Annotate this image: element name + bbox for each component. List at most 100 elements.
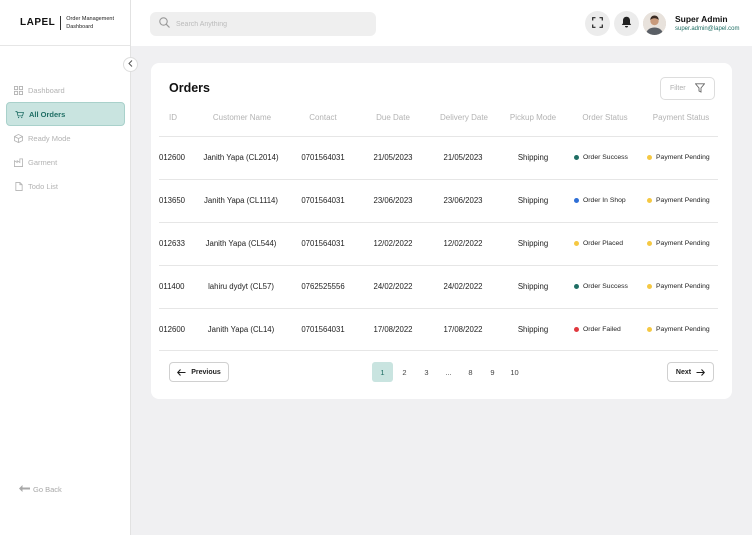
order-status-badge: Order In Shop <box>574 197 626 204</box>
sidebar-nav: Dashboard All Orders Ready Mode Garment … <box>6 78 125 198</box>
go-back-label: Go Back <box>33 485 62 494</box>
cell-delivery-date: 17/08/2022 <box>443 325 483 334</box>
order-status-badge: Order Failed <box>574 326 621 333</box>
sidebar-item-ready-mode[interactable]: Ready Mode <box>6 126 125 150</box>
sidebar-item-todo-list[interactable]: Todo List <box>6 174 125 198</box>
cell-due-date: 17/08/2022 <box>373 325 413 334</box>
cell-customer: Janith Yapa (CL1114) <box>204 196 278 205</box>
avatar[interactable] <box>643 12 666 35</box>
filter-button[interactable]: Filter <box>660 77 715 100</box>
chevron-left-icon <box>128 60 133 69</box>
cell-id: 012600 <box>159 153 186 162</box>
column-header-customer-name: Customer Name <box>212 113 272 122</box>
payment-status-badge: Payment Pending <box>647 283 710 290</box>
status-dot <box>574 155 579 160</box>
previous-page-button[interactable]: Previous <box>169 362 229 382</box>
page-button-3[interactable]: 3 <box>416 362 437 382</box>
order-status-badge: Order Success <box>574 154 628 161</box>
cell-delivery-date: 12/02/2022 <box>443 239 483 248</box>
status-dot <box>647 327 652 332</box>
column-header-id: ID <box>169 113 177 122</box>
cell-due-date: 24/02/2022 <box>373 282 413 291</box>
search-input[interactable] <box>176 20 356 28</box>
page-button-9[interactable]: 9 <box>482 362 503 382</box>
user-email: super.admin@lapel.com <box>675 26 740 32</box>
page-button-8[interactable]: 8 <box>460 362 481 382</box>
payment-status-badge: Payment Pending <box>647 326 710 333</box>
payment-status-badge: Payment Pending <box>647 154 710 161</box>
cart-icon <box>15 110 24 119</box>
orders-card: Orders Filter ID Customer Name Contact D… <box>151 63 732 399</box>
sidebar-item-dashboard[interactable]: Dashboard <box>6 78 125 102</box>
cell-customer: lahiru dydyt (CL57) <box>208 282 274 291</box>
arrow-left-icon <box>177 368 186 376</box>
page-ellipsis: ... <box>445 367 452 377</box>
box-icon <box>14 133 23 143</box>
column-header-order-status: Order Status <box>582 113 628 122</box>
cell-delivery-date: 21/05/2023 <box>443 153 483 162</box>
page-button-1[interactable]: 1 <box>372 362 393 382</box>
go-back-link[interactable]: Go Back <box>19 485 62 494</box>
cell-contact: 0701564031 <box>301 239 345 248</box>
status-dot <box>574 198 579 203</box>
page-button-10[interactable]: 10 <box>504 362 525 382</box>
cell-id: 012633 <box>159 239 186 248</box>
order-status-badge: Order Success <box>574 283 628 290</box>
table-row[interactable]: 013650 Janith Yapa (CL1114) 0701564031 2… <box>159 179 718 222</box>
brand-name: LAPEL <box>20 15 62 30</box>
cell-due-date: 21/05/2023 <box>373 153 413 162</box>
user-name: Super Admin <box>675 14 728 24</box>
column-header-pickup-mode: Pickup Mode <box>509 113 557 122</box>
cell-contact: 0762525556 <box>301 282 345 291</box>
cell-id: 013650 <box>159 196 186 205</box>
column-header-due-date: Due Date <box>376 113 410 122</box>
cell-contact: 0701564031 <box>301 325 345 334</box>
cell-due-date: 23/06/2023 <box>373 196 413 205</box>
sidebar-item-all-orders[interactable]: All Orders <box>6 102 125 126</box>
filter-icon <box>694 82 706 95</box>
cell-pickup-mode: Shipping <box>517 239 549 248</box>
sidebar-item-garment[interactable]: Garment <box>6 150 125 174</box>
cell-pickup-mode: Shipping <box>517 196 549 205</box>
sidebar-item-label: Dashboard <box>28 85 65 95</box>
notifications-button[interactable] <box>614 11 639 36</box>
sidebar-item-label: Garment <box>28 157 58 167</box>
cell-pickup-mode: Shipping <box>517 153 549 162</box>
search-bar[interactable] <box>150 12 376 36</box>
order-status-badge: Order Placed <box>574 240 623 247</box>
next-page-button[interactable]: Next <box>667 362 714 382</box>
arrow-right-icon <box>696 368 706 376</box>
column-header-payment-status: Payment Status <box>652 113 710 122</box>
collapse-sidebar-button[interactable] <box>123 57 138 72</box>
cell-due-date: 12/02/2022 <box>373 239 413 248</box>
sidebar: LAPEL Order Management Dashboard Dashboa… <box>0 0 131 535</box>
table-row[interactable]: 011400 lahiru dydyt (CL57) 0762525556 24… <box>159 265 718 308</box>
arrow-left-icon <box>19 485 30 494</box>
fullscreen-button[interactable] <box>585 11 610 36</box>
fullscreen-icon <box>592 15 603 33</box>
bell-icon <box>621 15 632 33</box>
status-dot <box>574 241 579 246</box>
payment-status-badge: Payment Pending <box>647 197 710 204</box>
factory-icon <box>14 157 23 167</box>
payment-status-badge: Payment Pending <box>647 240 710 247</box>
sidebar-item-label: Ready Mode <box>28 133 71 143</box>
status-dot <box>647 155 652 160</box>
table-row[interactable]: 012600 Janith Yapa (CL2014) 0701564031 2… <box>159 136 718 179</box>
sidebar-item-label: All Orders <box>29 109 66 119</box>
status-dot <box>647 198 652 203</box>
brand-subtitle: Order Management Dashboard <box>66 15 114 30</box>
filter-label: Filter <box>670 85 686 92</box>
cell-pickup-mode: Shipping <box>517 325 549 334</box>
topbar: Super Admin super.admin@lapel.com <box>131 0 752 46</box>
cell-delivery-date: 23/06/2023 <box>443 196 483 205</box>
status-dot <box>574 327 579 332</box>
status-dot <box>647 284 652 289</box>
table-row[interactable]: 012633 Janith Yapa (CL544) 0701564031 12… <box>159 222 718 265</box>
cell-delivery-date: 24/02/2022 <box>443 282 483 291</box>
sidebar-item-label: Todo List <box>28 181 59 191</box>
page-button-2[interactable]: 2 <box>394 362 415 382</box>
table-row[interactable]: 012600 Janith Yapa (CL14) 0701564031 17/… <box>159 308 718 351</box>
cell-id: 011400 <box>159 282 185 291</box>
column-header-delivery-date: Delivery Date <box>439 113 488 122</box>
